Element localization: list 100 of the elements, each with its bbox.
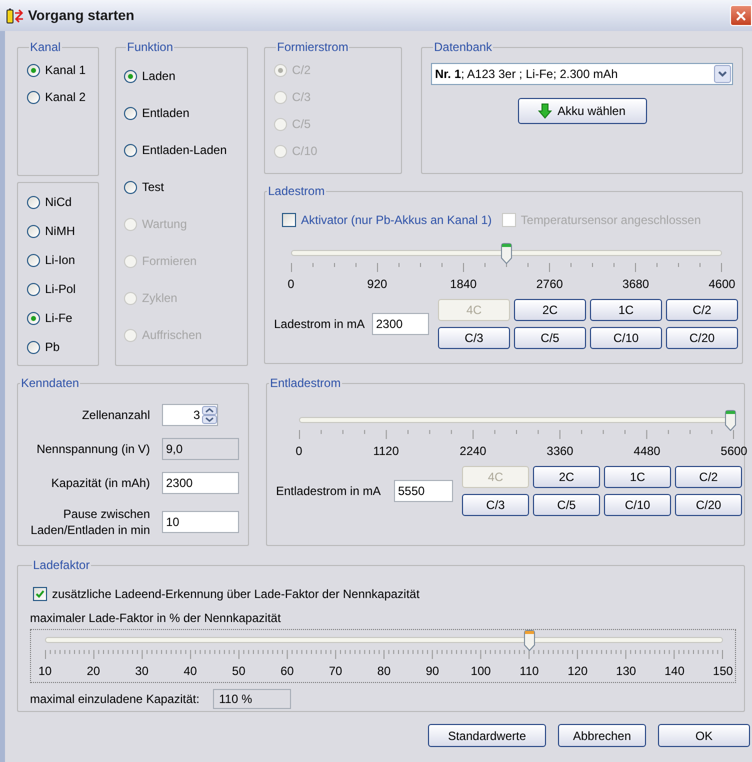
preset-button[interactable]: C/5 [514, 327, 586, 349]
input-field[interactable]: 2300 [162, 472, 239, 494]
radio-label[interactable]: Laden [142, 67, 176, 85]
radio-button[interactable] [124, 180, 137, 194]
preset-button[interactable]: C/2 [666, 299, 738, 321]
radio-label[interactable]: Test [142, 178, 164, 196]
tick-label: 3680 [622, 276, 650, 293]
slider-thumb[interactable] [724, 410, 736, 431]
field-label: Entladestrom in mA [276, 483, 382, 500]
tick-label: 1840 [450, 276, 477, 293]
preset-button[interactable]: C/3 [462, 494, 529, 516]
radio-label[interactable]: Li-Ion [45, 251, 76, 269]
input-field[interactable]: 5550 [394, 480, 453, 502]
tick-label: 2240 [460, 443, 486, 460]
readonly-field: 9,0 [162, 438, 239, 460]
tick-label: 20 [86, 663, 100, 680]
checkbox-label[interactable]: Aktivator (nur Pb-Akkus an Kanal 1) [301, 211, 492, 229]
radio-button[interactable] [27, 64, 40, 76]
radio-button[interactable] [27, 312, 40, 324]
preset-button[interactable]: C/5 [533, 494, 600, 516]
preset-button[interactable]: C/2 [675, 466, 742, 488]
radio-label[interactable]: Pb [45, 338, 60, 356]
spinner-value: 3 [193, 407, 200, 424]
field-label: Pause zwischen Laden/Entladen in min [30, 506, 150, 538]
tick-label: 130 [616, 663, 636, 680]
tick-label: 50 [232, 663, 246, 680]
preset-button[interactable]: 1C [590, 299, 662, 321]
preset-button[interactable]: C/20 [666, 327, 738, 349]
tick-label: 100 [470, 663, 491, 680]
slider[interactable] [299, 410, 734, 431]
group-title: Funktion [126, 40, 174, 54]
radio-button[interactable] [124, 106, 137, 120]
preset-button[interactable]: C/20 [675, 494, 742, 516]
tick-label: 110 [520, 663, 539, 680]
radio-label[interactable]: NiCd [45, 193, 72, 211]
radio-button[interactable] [27, 254, 40, 266]
close-button[interactable] [730, 5, 752, 26]
radio-label[interactable]: Kanal 2 [45, 88, 86, 106]
group-title: Formierstrom [276, 40, 350, 54]
tick-label: 10 [38, 663, 52, 680]
preset-button[interactable]: 2C [533, 466, 600, 488]
select-battery-button[interactable]: Akku wählen [518, 98, 646, 124]
group-title: Entladestrom [269, 376, 342, 390]
tick-label: 4480 [634, 443, 660, 460]
radio-button[interactable] [27, 196, 40, 208]
slider-thumb[interactable] [524, 630, 535, 651]
radio-button[interactable] [124, 70, 137, 82]
tick-label: 0 [296, 443, 302, 460]
field-label: Kapazität (in mAh) [51, 475, 150, 492]
tick-label: 80 [377, 663, 391, 680]
radio-button[interactable] [27, 90, 40, 104]
radio-label[interactable]: NiMH [45, 222, 75, 240]
radio-button[interactable] [27, 340, 40, 354]
radio-label[interactable]: Entladen [142, 104, 190, 122]
window-title: Vorgang starten [28, 6, 134, 25]
preset-button[interactable]: C/10 [590, 327, 662, 349]
group-title: Datenbank [433, 40, 494, 54]
input-field[interactable]: 2300 [372, 313, 429, 335]
input-field[interactable]: 10 [162, 511, 239, 533]
slider[interactable] [45, 630, 723, 651]
tick-label: 40 [184, 663, 197, 680]
tick-label: 30 [135, 663, 149, 680]
radio-label[interactable]: Entladen-Laden [142, 141, 227, 159]
dialog-button[interactable]: Standardwerte [428, 724, 546, 747]
group-title: Ladefaktor [32, 558, 91, 572]
checkbox[interactable] [282, 213, 296, 227]
preset-button[interactable]: C/3 [438, 327, 510, 349]
tick-label: 70 [328, 663, 342, 680]
close-icon [735, 10, 747, 22]
tick-label: 4600 [708, 276, 736, 293]
field-label: Nennspannung (in V) [36, 441, 150, 458]
preset-button[interactable]: 1C [604, 466, 671, 488]
dialog-button[interactable]: OK [658, 724, 750, 747]
tick-label: 2760 [536, 276, 563, 293]
radio-label[interactable]: Kanal 1 [45, 61, 86, 79]
radio-label[interactable]: Li-Fe [45, 309, 72, 327]
dropdown[interactable]: Nr. 1; A123 3er ; Li-Fe; 2.300 mAh [431, 63, 733, 85]
tick-label: 120 [568, 663, 588, 680]
radio-label[interactable]: Li-Pol [45, 280, 76, 298]
group-title: Kenndaten [20, 376, 80, 390]
dialog-button[interactable]: Abbrechen [558, 724, 646, 747]
tick-label: 140 [664, 663, 684, 680]
radio-button[interactable] [27, 224, 40, 238]
checkbox[interactable] [33, 587, 47, 601]
group-title: Ladestrom [267, 184, 326, 198]
slider-thumb[interactable] [501, 243, 512, 264]
preset-button[interactable]: C/10 [604, 494, 671, 516]
readonly-field: 110 % [213, 689, 291, 709]
spinner-field[interactable]: 3 [162, 404, 218, 426]
tick-label: 5600 [720, 443, 748, 460]
radio-button[interactable] [27, 282, 40, 296]
slider-caption: maximaler Lade-Faktor in % der Nennkapazität [30, 610, 282, 627]
field-label: Zellenanzahl [82, 407, 150, 424]
radio-button[interactable] [124, 144, 137, 156]
tick-label: 920 [367, 276, 388, 293]
tick-label: 60 [280, 663, 294, 680]
tick-label: 0 [288, 276, 294, 293]
slider[interactable] [291, 243, 722, 264]
checkbox-label[interactable]: zusätzliche Ladeend-Erkennung über Lade-Faktor der Nennkapazität [52, 585, 420, 603]
preset-button[interactable]: 2C [514, 299, 586, 321]
